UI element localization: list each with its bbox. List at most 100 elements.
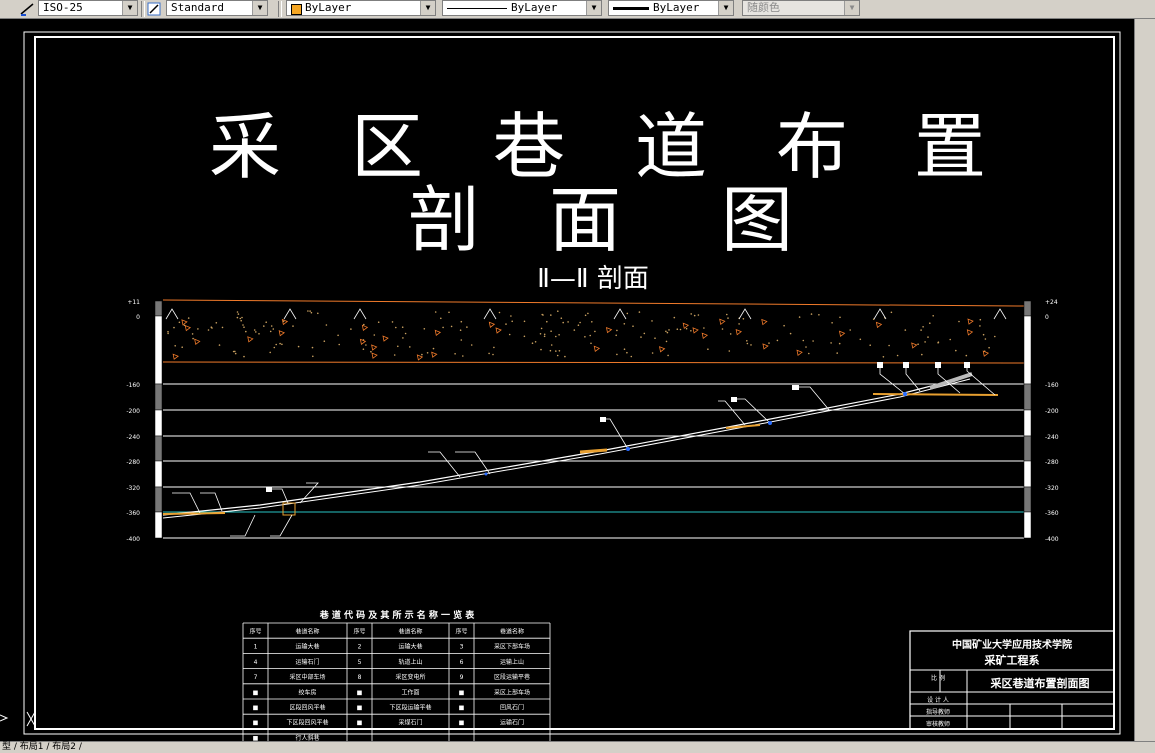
legend-cell: 轨道上山	[398, 658, 422, 666]
chevron-down-icon[interactable]: ▼	[420, 1, 435, 15]
stratum-dot	[690, 313, 692, 315]
elevation-segment	[154, 511, 163, 539]
stratum-dot	[556, 354, 559, 357]
legend-cell: 8	[358, 674, 362, 681]
stratum-dot	[270, 325, 273, 327]
stratum-dot	[391, 321, 394, 323]
legend-header-cell: 序号	[353, 628, 365, 636]
stratum-dot	[243, 326, 245, 329]
linetype-value: ByLayer	[511, 1, 558, 14]
right-elevation-label: -400	[1045, 536, 1059, 543]
stratum-dot	[421, 353, 423, 356]
layer-color-select[interactable]: ByLayer ▼	[286, 0, 436, 16]
stratum-dot	[432, 347, 435, 350]
stratum-dot	[402, 337, 404, 339]
stratum-dot	[167, 332, 169, 335]
dimstyle-select[interactable]: ISO-25 ▼	[38, 0, 138, 16]
stratum-dot	[632, 325, 634, 328]
stratum-dot	[703, 327, 705, 329]
stratum-dot	[783, 324, 785, 327]
stratum-dot	[263, 325, 265, 327]
chevron-down-icon[interactable]: ▼	[122, 1, 137, 15]
cross-section-profile: +11 0 -160 -200 -240 -280 -320 -360 -400 +24 0 -16…	[126, 299, 1058, 543]
elevation-segment	[1023, 460, 1032, 488]
stratum-dot	[242, 324, 244, 326]
chevron-down-icon: ▼	[844, 1, 859, 15]
right-elevation-bar	[1023, 300, 1032, 539]
stratum-dot	[920, 329, 922, 331]
stratum-dot	[269, 351, 272, 354]
stratum-dot	[896, 354, 899, 357]
institution-name: 中国矿业大学应用技术学院	[952, 638, 1072, 651]
vertical-scrollbar[interactable]	[1134, 19, 1155, 741]
stratum-dot	[241, 316, 243, 319]
stratum-dot	[890, 311, 893, 314]
right-elevation-label: 0	[1045, 314, 1049, 321]
stratum-dot	[265, 321, 268, 324]
title-char: 道	[635, 105, 707, 189]
stratum-dot	[929, 322, 931, 325]
subtitle-char: 图	[721, 178, 793, 262]
text-style-icon[interactable]	[147, 1, 161, 16]
stratum-dot	[654, 337, 656, 340]
right-elevation-labels: +24 0 -160 -200 -240 -280 -320 -360 -400	[1045, 299, 1059, 543]
layout-tabs[interactable]: 型 / 布局1 / 布局2 /	[2, 742, 82, 752]
stratum-dot	[697, 314, 700, 316]
stratum-dot	[234, 352, 237, 355]
stratum-dot	[460, 339, 463, 341]
chevron-down-icon[interactable]: ▼	[252, 1, 267, 15]
lineweight-select[interactable]: ByLayer ▼	[608, 0, 734, 16]
stratum-dot	[616, 329, 618, 332]
stratum-dot	[488, 352, 490, 355]
stratum-dot	[562, 321, 564, 324]
stratum-dot	[434, 311, 437, 313]
drawing-canvas[interactable]: 采区巷道布置 剖面 图 Ⅱ—Ⅱ 剖面 +11 0 -160 -200 -240 -280 -3…	[0, 19, 1134, 745]
legend-cell: ■	[253, 720, 259, 727]
left-elevation-label: -320	[126, 485, 140, 492]
stratum-dot	[523, 320, 526, 323]
stratum-dot	[577, 324, 580, 327]
chevron-down-icon[interactable]: ▼	[586, 1, 601, 15]
stratum-dot	[869, 344, 871, 347]
stratum-dot	[510, 315, 512, 317]
chevron-down-icon[interactable]: ▼	[718, 1, 733, 15]
stratum-dot	[454, 353, 456, 355]
stratum-dot	[673, 316, 676, 319]
subtitle-char: 面	[549, 178, 621, 262]
ucs-icon	[0, 711, 36, 727]
textstyle-select[interactable]: Standard ▼	[166, 0, 268, 16]
stratum-dot	[776, 339, 779, 342]
legend-cell: ■	[357, 720, 363, 727]
stratum-dot	[651, 320, 653, 322]
left-elevation-labels: +11 0 -160 -200 -240 -280 -320 -360 -400	[126, 299, 140, 543]
stratum-dot	[312, 355, 314, 358]
stratum-dot	[630, 355, 633, 358]
stratum-dot	[401, 326, 404, 329]
stratum-dot	[979, 325, 981, 327]
legend-header-cell: 巷道名称	[295, 628, 319, 636]
stratum-dot	[523, 335, 526, 338]
bottom-seam	[162, 512, 226, 515]
stratum-dot	[579, 321, 581, 324]
right-elevation-label: -280	[1045, 459, 1059, 466]
elevation-segment	[1023, 383, 1032, 411]
stratum-dot	[450, 325, 453, 328]
dimension-style-icon[interactable]	[20, 1, 34, 16]
stratum-dot	[181, 346, 183, 349]
lineweight-preview-icon	[613, 7, 649, 10]
stratum-dot	[665, 330, 667, 333]
stratum-dot	[589, 334, 591, 337]
stratum-dot	[409, 346, 411, 348]
title-char: 置	[914, 105, 986, 189]
stratum-dot	[859, 338, 862, 341]
stratum-dot	[373, 334, 376, 336]
stratum-dot	[922, 326, 924, 328]
stratum-dot	[584, 314, 587, 317]
stratum-dot	[789, 332, 792, 335]
linetype-select[interactable]: ByLayer ▼	[442, 0, 602, 16]
stratum-dot	[337, 334, 339, 337]
left-elevation-bar	[154, 300, 163, 539]
elevation-segment	[154, 435, 163, 462]
stratum-dot	[640, 336, 642, 338]
stratum-dot	[812, 340, 814, 342]
